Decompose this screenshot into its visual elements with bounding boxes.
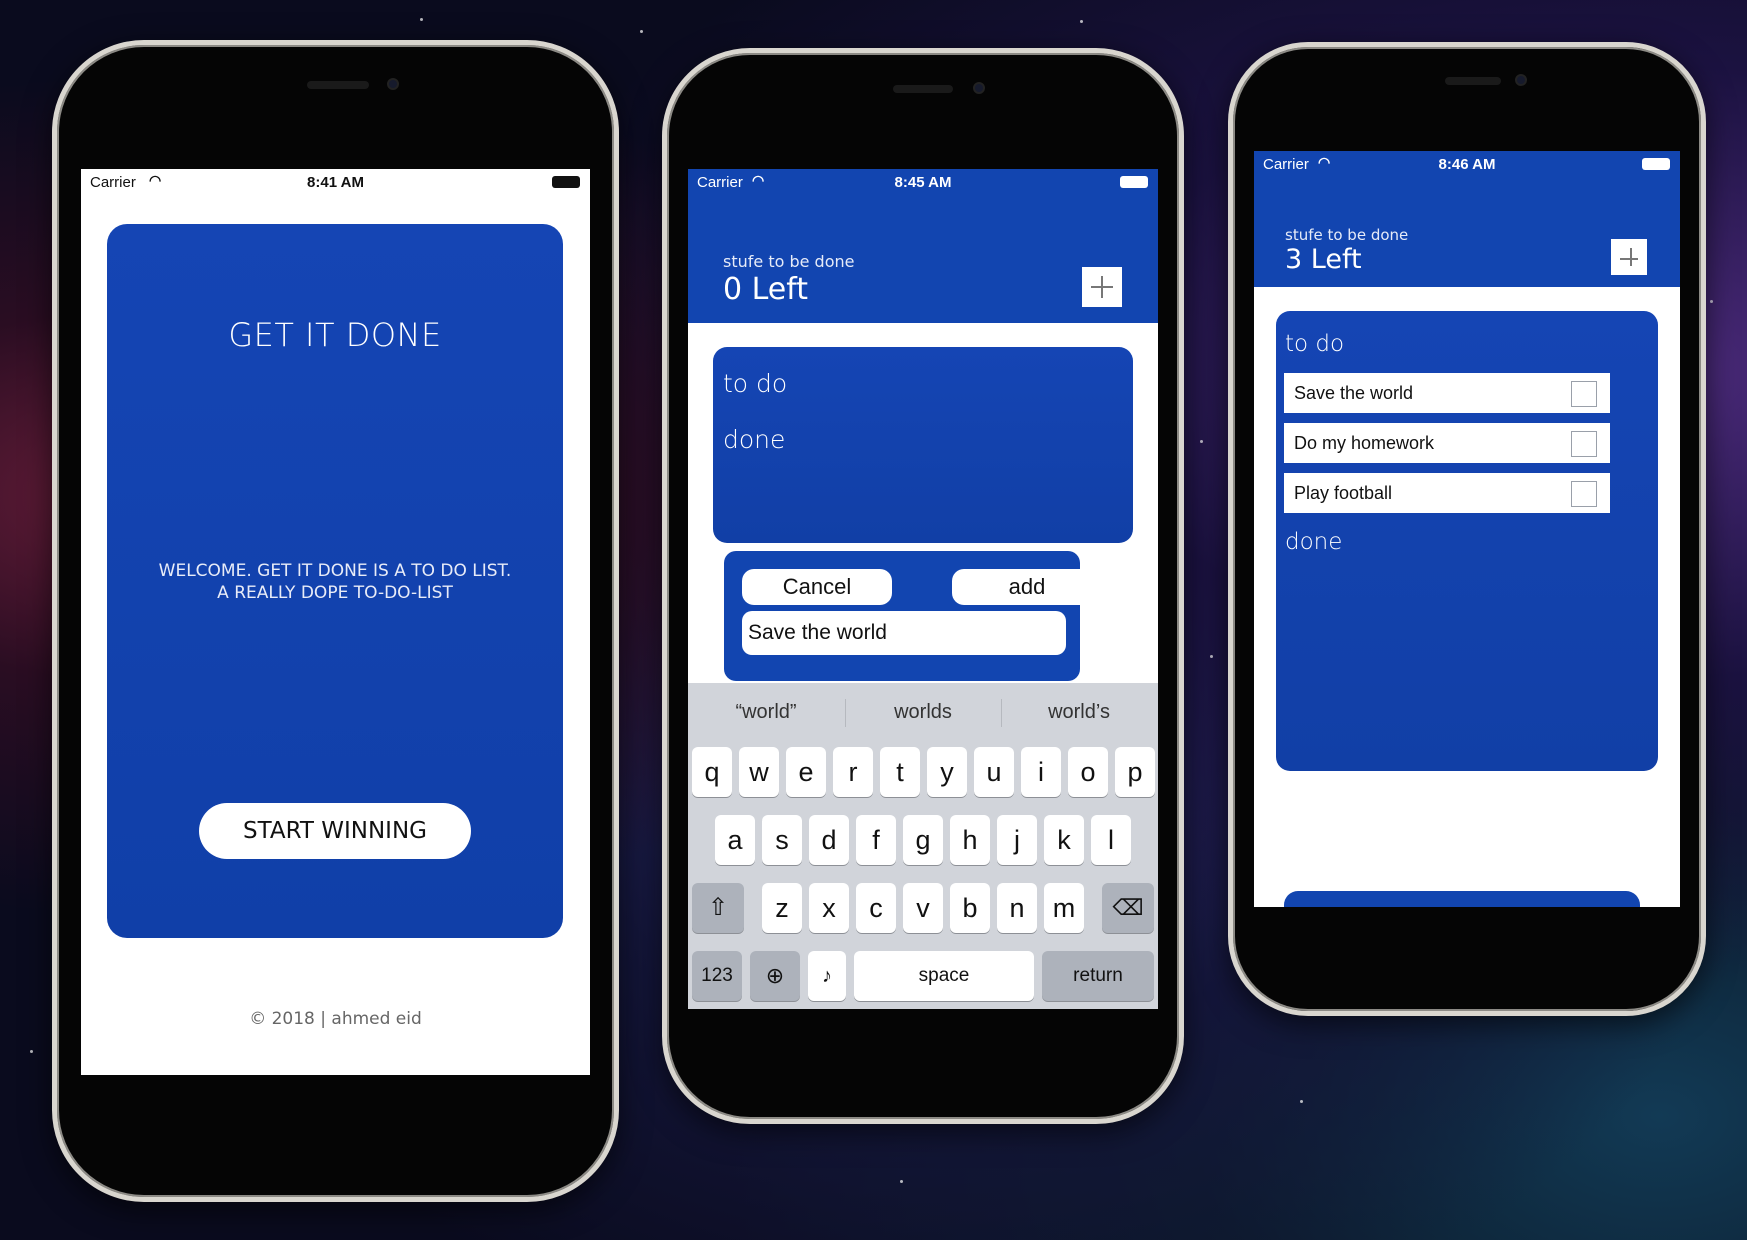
task-row[interactable]: Do my homework: [1284, 423, 1610, 463]
task-label: Do my homework: [1294, 433, 1435, 453]
welcome-card: GET IT DONE WELCOME. GET IT DONE IS A TO…: [107, 224, 563, 938]
header-subtitle: stufe to be done: [1285, 226, 1409, 244]
suggestion-divider: [845, 699, 846, 727]
status-bar: Carrier ◠ 8:41 AM: [81, 169, 590, 195]
on-screen-keyboard: “world” worlds world’s q w e r t y u i o…: [688, 683, 1158, 1009]
key-e[interactable]: e: [786, 747, 826, 797]
key-b[interactable]: b: [950, 883, 990, 933]
done-section-label: done: [723, 425, 786, 454]
key-v[interactable]: v: [903, 883, 943, 933]
key-d[interactable]: d: [809, 815, 849, 865]
welcome-line-1: WELCOME. GET IT DONE IS A TO DO LIST.: [158, 561, 512, 581]
add-task-panel: Cancel add: [724, 551, 1102, 681]
add-task-button[interactable]: [1611, 239, 1647, 275]
task-checkbox[interactable]: [1571, 431, 1597, 457]
key-q[interactable]: q: [692, 747, 732, 797]
globe-key-icon[interactable]: ⊕: [750, 951, 800, 1001]
key-x[interactable]: x: [809, 883, 849, 933]
task-lists-card: to do Save the world Do my homework Play…: [1276, 311, 1658, 771]
task-lists-card: to do done: [713, 347, 1133, 543]
task-name-input[interactable]: [742, 611, 1066, 655]
battery-icon: [1120, 176, 1148, 188]
battery-icon: [552, 176, 580, 188]
status-time: 8:46 AM: [1438, 156, 1496, 173]
key-p[interactable]: p: [1115, 747, 1155, 797]
tasks-left-count: 0 Left: [723, 272, 809, 307]
return-key[interactable]: return: [1042, 951, 1154, 1001]
key-k[interactable]: k: [1044, 815, 1084, 865]
suggestion-bar: “world” worlds world’s: [688, 683, 1158, 743]
key-j[interactable]: j: [997, 815, 1037, 865]
key-s[interactable]: s: [762, 815, 802, 865]
suggestion-2[interactable]: worlds: [853, 701, 993, 724]
add-task-panel-peek: [1284, 891, 1640, 907]
add-task-button[interactable]: [1082, 267, 1122, 307]
shift-key-icon[interactable]: ⇧: [692, 883, 744, 933]
key-c[interactable]: c: [856, 883, 896, 933]
suggestion-1[interactable]: “world”: [696, 701, 836, 724]
phone-frame-task-list: Carrier ◠ 8:46 AM stufe to be done 3 Lef…: [1228, 42, 1706, 1016]
header-subtitle: stufe to be done: [723, 252, 855, 271]
key-w[interactable]: w: [739, 747, 779, 797]
key-g[interactable]: g: [903, 815, 943, 865]
key-h[interactable]: h: [950, 815, 990, 865]
cancel-button[interactable]: Cancel: [742, 569, 892, 605]
welcome-line-2: A REALLY DOPE TO-DO-LIST: [217, 583, 453, 603]
status-time: 8:41 AM: [307, 174, 364, 191]
key-u[interactable]: u: [974, 747, 1014, 797]
numbers-key[interactable]: 123: [692, 951, 742, 1001]
task-label: Play football: [1294, 483, 1393, 503]
speaker-grille: [307, 81, 369, 89]
key-i[interactable]: i: [1021, 747, 1061, 797]
status-time: 8:45 AM: [894, 174, 952, 191]
header-bar: Carrier ◠ 8:45 AM stufe to be done 0 Lef…: [688, 169, 1158, 323]
backspace-key-icon[interactable]: ⌫: [1102, 883, 1154, 933]
battery-icon: [1642, 158, 1670, 170]
task-checkbox[interactable]: [1571, 481, 1597, 507]
phone-frame-welcome: Carrier ◠ 8:41 AM GET IT DONE WELCOME. G…: [52, 40, 619, 1202]
microphone-key-icon[interactable]: ♪: [808, 951, 846, 1001]
add-button[interactable]: add: [952, 569, 1102, 605]
key-o[interactable]: o: [1068, 747, 1108, 797]
front-camera: [387, 78, 399, 90]
key-t[interactable]: t: [880, 747, 920, 797]
done-section-label: done: [1285, 529, 1343, 555]
task-label: Save the world: [1294, 383, 1414, 403]
phone-frame-add-task: Carrier ◠ 8:45 AM stufe to be done 0 Lef…: [662, 48, 1184, 1124]
key-l[interactable]: l: [1091, 815, 1131, 865]
key-r[interactable]: r: [833, 747, 873, 797]
front-camera: [1515, 74, 1527, 86]
speaker-grille: [1445, 77, 1501, 85]
key-z[interactable]: z: [762, 883, 802, 933]
task-list-screen: Carrier ◠ 8:46 AM stufe to be done 3 Lef…: [1254, 151, 1680, 907]
key-f[interactable]: f: [856, 815, 896, 865]
suggestion-divider: [1001, 699, 1002, 727]
suggestion-3[interactable]: world’s: [1009, 701, 1149, 724]
key-a[interactable]: a: [715, 815, 755, 865]
status-bar: Carrier ◠ 8:46 AM: [1254, 151, 1680, 177]
header-bar: Carrier ◠ 8:46 AM stufe to be done 3 Lef…: [1254, 151, 1680, 287]
task-checkbox[interactable]: [1571, 381, 1597, 407]
space-key[interactable]: space: [854, 951, 1034, 1001]
todo-section-label: to do: [723, 369, 788, 398]
todo-section-label: to do: [1285, 331, 1345, 357]
speaker-grille: [893, 85, 953, 93]
task-row[interactable]: Save the world: [1284, 373, 1610, 413]
key-m[interactable]: m: [1044, 883, 1084, 933]
welcome-screen: Carrier ◠ 8:41 AM GET IT DONE WELCOME. G…: [81, 169, 590, 1075]
status-bar: Carrier ◠ 8:45 AM: [688, 169, 1158, 195]
welcome-text: WELCOME. GET IT DONE IS A TO DO LIST. A …: [107, 560, 563, 604]
key-y[interactable]: y: [927, 747, 967, 797]
start-winning-button[interactable]: START WINNING: [199, 803, 471, 859]
tasks-left-count: 3 Left: [1285, 244, 1362, 275]
front-camera: [973, 82, 985, 94]
app-title: GET IT DONE: [228, 316, 442, 354]
add-task-screen: Carrier ◠ 8:45 AM stufe to be done 0 Lef…: [688, 169, 1158, 1009]
key-n[interactable]: n: [997, 883, 1037, 933]
copyright-footer: © 2018 | ahmed eid: [249, 1009, 422, 1029]
task-row[interactable]: Play football: [1284, 473, 1610, 513]
